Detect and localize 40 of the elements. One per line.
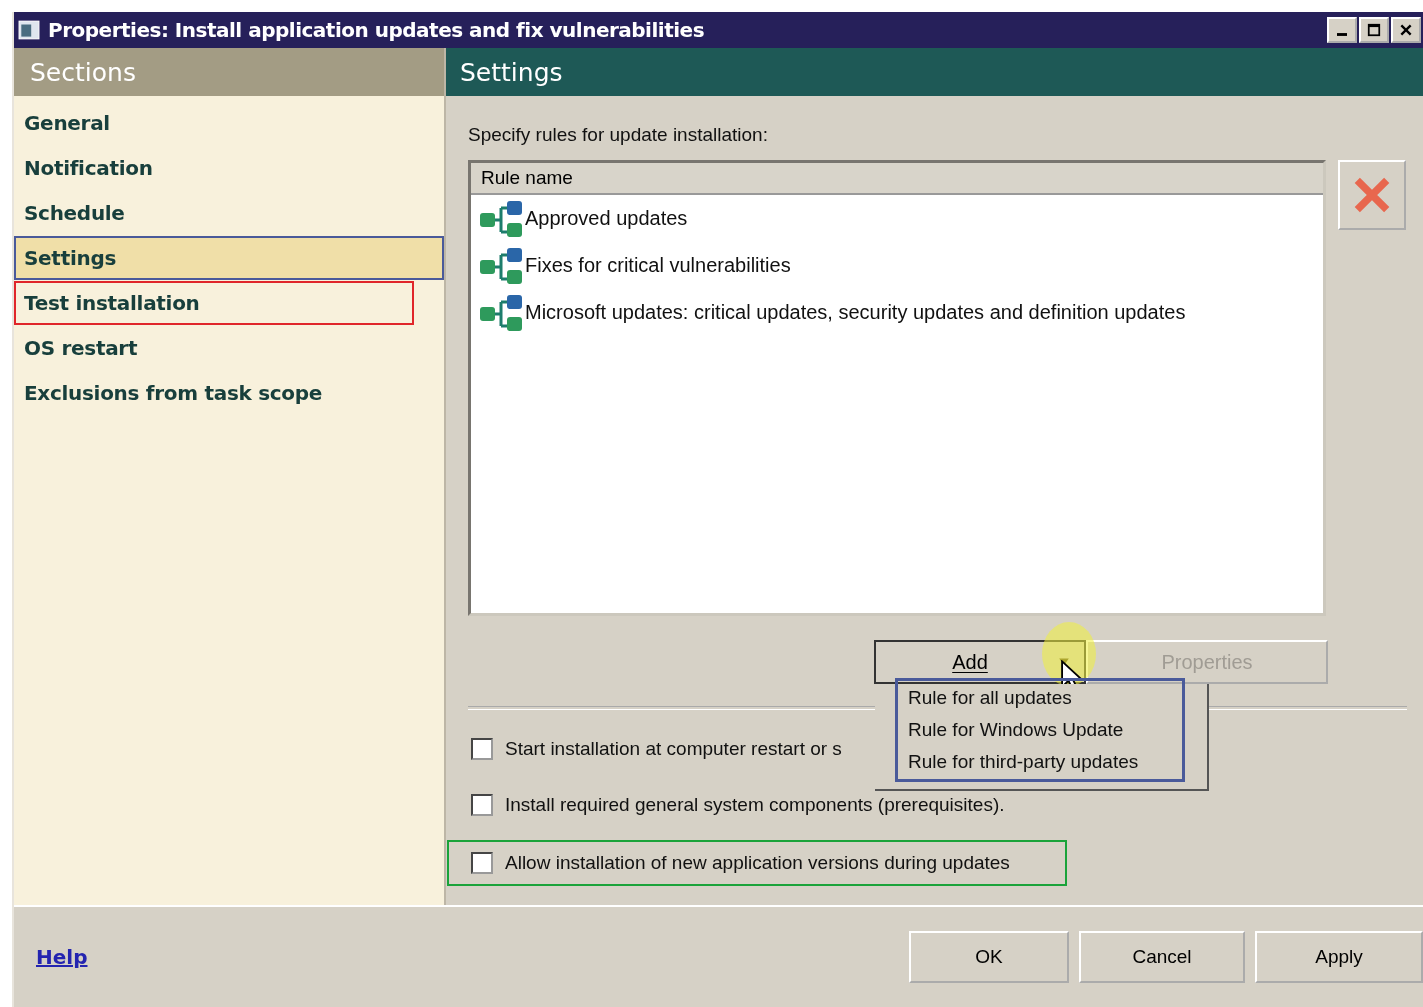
rule-name[interactable]: Microsoft updates: critical updates, security updates and definition updates: [525, 301, 1186, 324]
sections-header: Sections: [14, 48, 444, 96]
add-button[interactable]: Add: [874, 640, 1044, 684]
column-header[interactable]: Rule name: [471, 163, 1323, 195]
section-item[interactable]: General: [14, 101, 414, 145]
dialog-button[interactable]: OK: [909, 931, 1069, 983]
section-item[interactable]: OS restart: [14, 326, 414, 370]
minimize-icon: [1337, 33, 1347, 36]
help-link[interactable]: Help: [36, 945, 88, 969]
settings-header: Settings: [446, 48, 1423, 96]
maximize-button[interactable]: [1359, 17, 1389, 43]
maximize-icon: [1367, 23, 1381, 37]
window-title: Properties: Install application updates and fix vulnerabilities: [48, 18, 706, 42]
menu-item[interactable]: Rule for Windows Update: [908, 714, 1182, 746]
section-item[interactable]: Test installation: [14, 281, 414, 325]
dialog-button[interactable]: Cancel: [1079, 931, 1245, 983]
close-icon: [1399, 23, 1413, 37]
checkbox-label[interactable]: Allow installation of new application versions during updates: [505, 852, 1010, 874]
menu-item[interactable]: Rule for third-party updates: [908, 746, 1182, 778]
section-item[interactable]: Notification: [14, 146, 414, 190]
section-item[interactable]: Schedule: [14, 191, 414, 235]
tree-nodes-icon: [479, 246, 525, 285]
close-button[interactable]: [1391, 17, 1421, 43]
checkbox[interactable]: [471, 738, 493, 760]
section-item[interactable]: Exclusions from task scope: [14, 371, 414, 415]
rules-prompt: Specify rules for update installation:: [468, 124, 769, 146]
rule-name[interactable]: Fixes for critical vulnerabilities: [525, 254, 791, 277]
delete-button[interactable]: [1338, 160, 1406, 230]
section-item[interactable]: Settings: [14, 236, 444, 280]
rule-name[interactable]: Approved updates: [525, 207, 688, 230]
tree-nodes-icon: [479, 293, 525, 332]
dialog-button[interactable]: Apply: [1255, 931, 1423, 983]
checkbox-label[interactable]: Start installation at computer restart or s: [505, 738, 842, 760]
checkbox-label[interactable]: Install required general system components (prerequisites).: [505, 794, 1005, 816]
minimize-button[interactable]: [1327, 17, 1357, 43]
checkbox[interactable]: [471, 794, 493, 816]
tree-nodes-icon: [479, 199, 525, 238]
checkbox[interactable]: [471, 852, 493, 874]
window-icon: [18, 20, 40, 40]
menu-item[interactable]: Rule for all updates: [908, 682, 1182, 714]
